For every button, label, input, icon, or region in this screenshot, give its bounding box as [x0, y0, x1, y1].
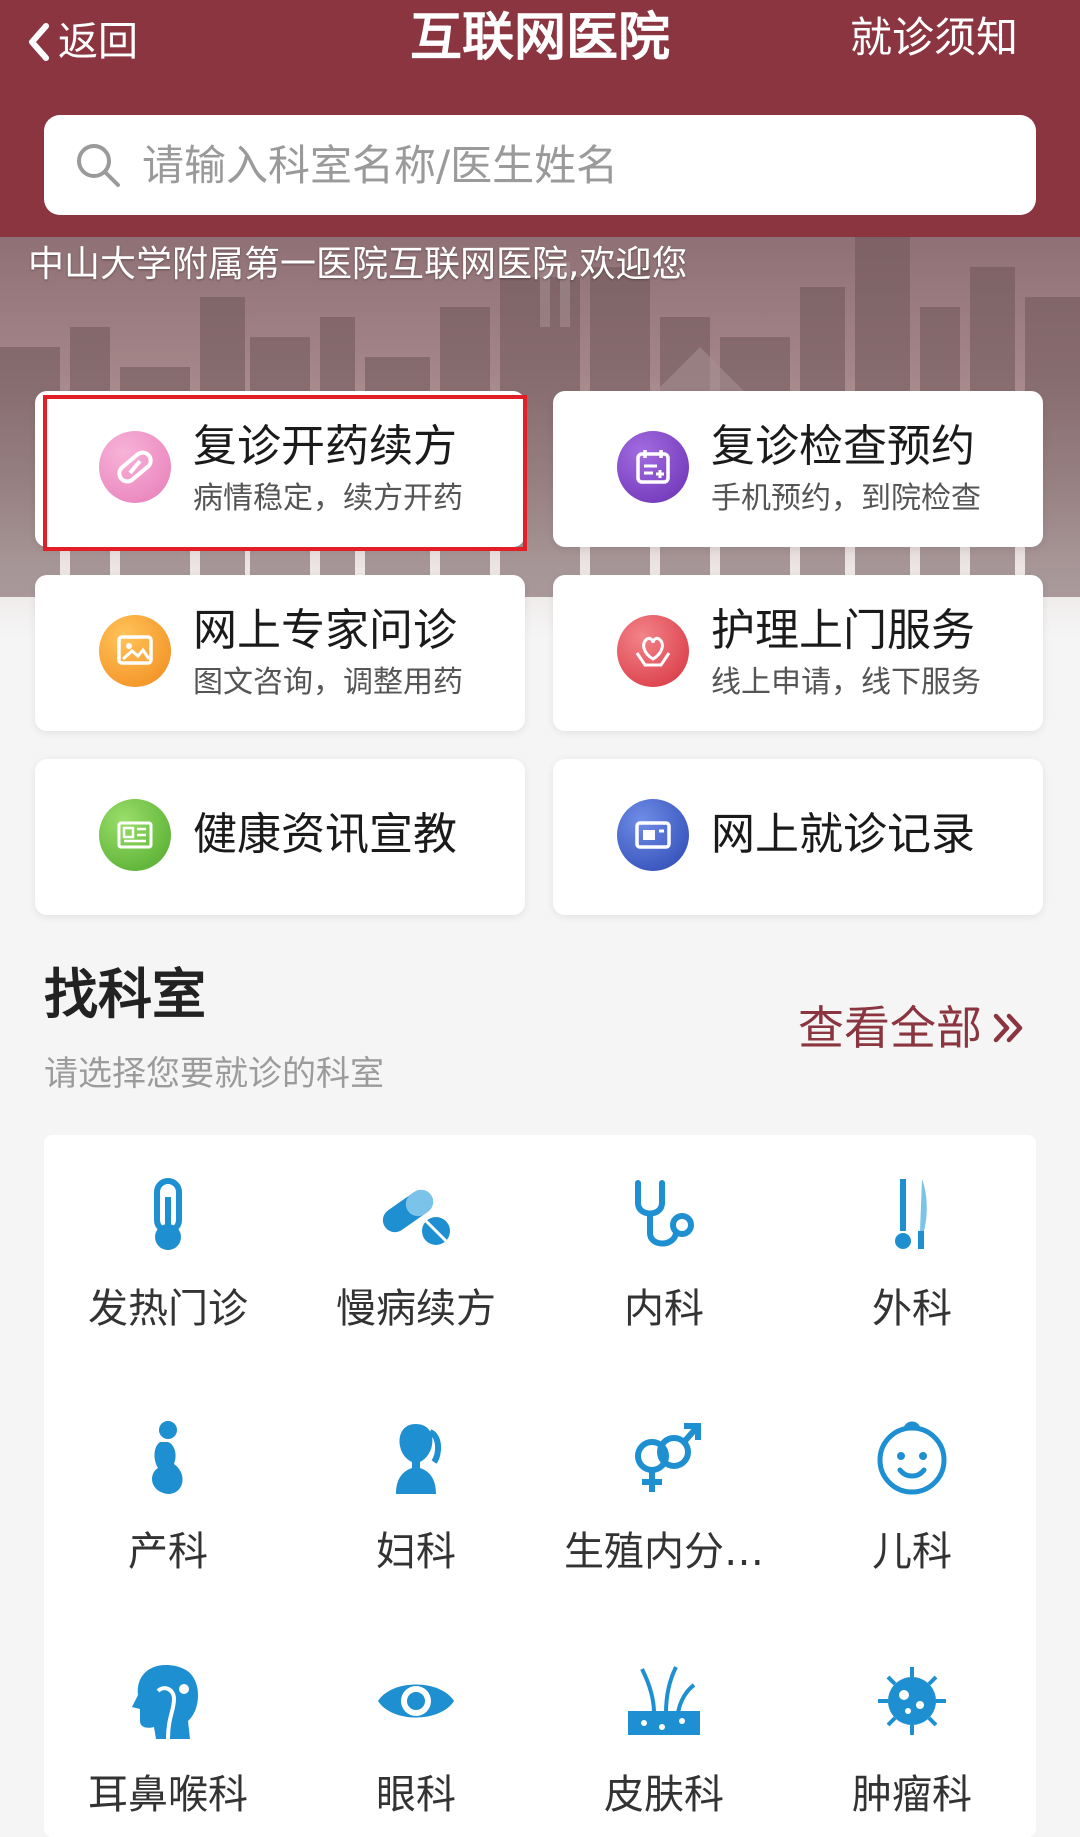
gender-icon — [635, 1423, 701, 1492]
search-box[interactable] — [44, 115, 1036, 215]
department-pediatrics[interactable]: 儿科 — [788, 1378, 1036, 1578]
service-title: 护理上门服务 — [711, 605, 975, 656]
news-icon — [99, 799, 171, 871]
view-all-label: 查看全部 — [798, 1001, 982, 1055]
double-chevron-right-icon — [993, 1013, 1023, 1043]
department-ent[interactable]: 耳鼻喉科 — [44, 1621, 292, 1821]
header-bar: 返回 互联网医院 就诊须知 — [0, 0, 1080, 237]
department-label: 生殖内分… — [564, 1529, 764, 1575]
service-card-home-care[interactable]: 护理上门服务 线上申请，线下服务 — [553, 575, 1043, 731]
service-card-visit-records[interactable]: 网上就诊记录 — [553, 759, 1043, 915]
baby-face-icon — [877, 1421, 947, 1495]
chevron-left-icon — [29, 23, 49, 61]
care-hands-icon — [617, 615, 689, 687]
record-icon — [617, 799, 689, 871]
thermometer-icon — [154, 1178, 182, 1250]
search-icon — [77, 144, 120, 187]
service-card-exam-booking[interactable]: 复诊检查预约 手机预约，到院检查 — [553, 391, 1043, 547]
search-input[interactable] — [140, 139, 944, 191]
visit-notice-link[interactable]: 就诊须知 — [850, 10, 1018, 66]
service-subtitle: 图文咨询，调整用药 — [193, 665, 463, 700]
pregnant-icon — [152, 1421, 183, 1494]
department-label: 慢病续方 — [336, 1286, 496, 1332]
section-subtitle: 请选择您要就诊的科室 — [44, 1054, 384, 1094]
department-oncology[interactable]: 肿瘤科 — [788, 1621, 1036, 1821]
service-card-health-news[interactable]: 健康资讯宣教 — [35, 759, 525, 915]
service-subtitle: 手机预约，到院检查 — [711, 481, 981, 516]
department-internal-medicine[interactable]: 内科 — [540, 1135, 788, 1335]
service-title: 网上就诊记录 — [711, 809, 975, 860]
department-ophthalmology[interactable]: 眼科 — [292, 1621, 540, 1821]
department-chronic-refill[interactable]: 慢病续方 — [292, 1135, 540, 1335]
department-label: 儿科 — [872, 1529, 952, 1575]
back-button[interactable]: 返回 — [26, 14, 138, 70]
department-label: 眼科 — [376, 1772, 456, 1818]
picture-chat-icon — [99, 615, 171, 687]
section-title: 找科室 — [44, 963, 206, 1026]
stethoscope-icon — [635, 1180, 694, 1247]
service-card-online-consult[interactable]: 网上专家问诊 图文咨询，调整用药 — [35, 575, 525, 731]
department-label: 发热门诊 — [88, 1286, 248, 1332]
department-label: 内科 — [624, 1286, 704, 1332]
view-all-link[interactable]: 查看全部 — [798, 998, 1026, 1058]
skin-hair-icon — [628, 1666, 700, 1735]
department-obstetrics[interactable]: 产科 — [44, 1378, 292, 1578]
department-gynecology[interactable]: 妇科 — [292, 1378, 540, 1578]
service-title: 网上专家问诊 — [193, 605, 457, 656]
department-fever-clinic[interactable]: 发热门诊 — [44, 1135, 292, 1335]
service-subtitle: 线上申请，线下服务 — [711, 665, 981, 700]
department-reproductive-endocrinology[interactable]: 生殖内分… — [540, 1378, 788, 1578]
capsule-tablet-icon — [382, 1189, 450, 1245]
back-label: 返回 — [58, 19, 138, 65]
department-surgery[interactable]: 外科 — [788, 1135, 1036, 1335]
department-label: 耳鼻喉科 — [88, 1772, 248, 1818]
department-label: 妇科 — [376, 1529, 456, 1575]
department-label: 外科 — [872, 1286, 952, 1332]
department-label: 肿瘤科 — [852, 1772, 972, 1818]
service-subtitle: 病情稳定，续方开药 — [193, 481, 463, 516]
eye-icon — [378, 1684, 454, 1718]
tumor-cell-icon — [878, 1667, 946, 1735]
welcome-text: 中山大学附属第一医院互联网医院,欢迎您 — [28, 244, 688, 285]
department-dermatology[interactable]: 皮肤科 — [540, 1621, 788, 1821]
department-grid: 发热门诊 慢病续方 内科 外科 产科 妇科 生殖内分… 儿科 耳鼻喉科 眼科 皮… — [44, 1135, 1036, 1837]
scalpel-icon — [895, 1179, 927, 1249]
department-label: 产科 — [128, 1529, 208, 1575]
service-title: 复诊检查预约 — [711, 421, 975, 472]
department-label: 皮肤科 — [604, 1772, 724, 1818]
woman-icon — [396, 1424, 442, 1494]
service-card-refill[interactable]: 复诊开药续方 病情稳定，续方开药 — [35, 391, 525, 547]
ent-head-icon — [132, 1665, 199, 1740]
service-title: 复诊开药续方 — [193, 421, 457, 472]
calendar-icon — [617, 431, 689, 503]
service-title: 健康资讯宣教 — [193, 809, 457, 860]
pill-icon — [99, 431, 171, 503]
